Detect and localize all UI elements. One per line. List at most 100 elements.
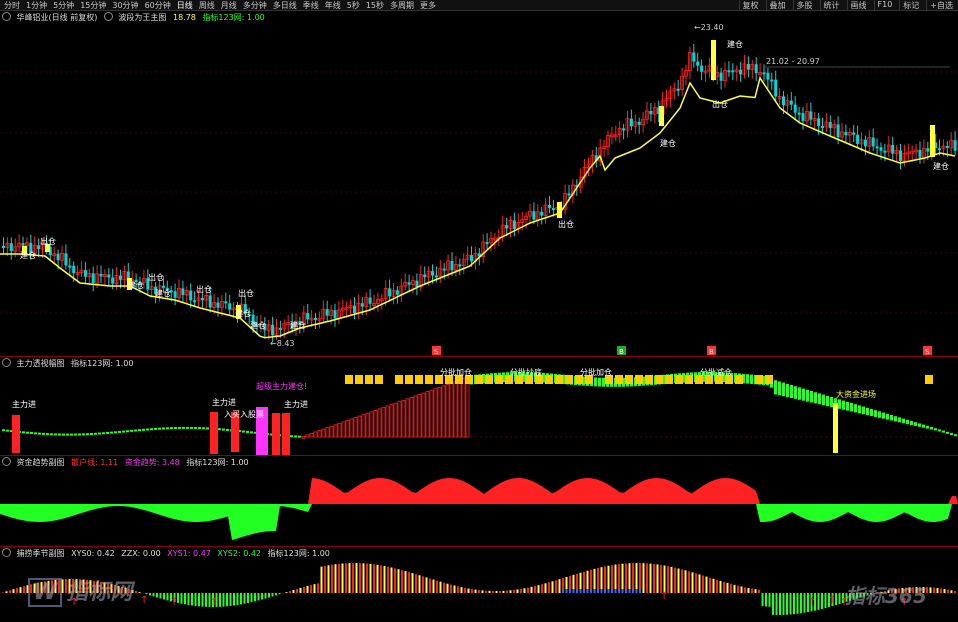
candlestick: [828, 122, 832, 128]
season-bar-up: [306, 585, 309, 593]
season-bar-up: [460, 587, 463, 593]
toolbar-button[interactable]: 画线: [846, 0, 870, 11]
season-bar-up: [373, 564, 375, 593]
season-bar-blue: [639, 589, 641, 593]
period-tab[interactable]: 多周期: [390, 0, 414, 11]
period-tab[interactable]: 15秒: [366, 0, 384, 11]
season-bar-up: [408, 572, 410, 593]
period-tab[interactable]: 多分钟: [243, 0, 267, 11]
season-bar-down: [803, 593, 806, 613]
season-bar-up: [313, 584, 316, 593]
candlestick: [871, 137, 875, 147]
season-bar-down: [257, 593, 260, 601]
candlestick: [388, 288, 392, 297]
force-bar: [453, 381, 458, 438]
season-bar-up: [502, 590, 505, 593]
season-bar-up: [324, 565, 326, 593]
season-bar-blue: [625, 589, 627, 593]
period-tab[interactable]: 多日线: [273, 0, 297, 11]
candlestick: [9, 243, 13, 252]
force-bar: [54, 433, 57, 436]
period-tab[interactable]: 月线: [221, 0, 237, 11]
toolbar-button[interactable]: 多股: [792, 0, 816, 11]
fishing-season-chart[interactable]: ↑ ↑ ↑ ↑↑↑ ↑ ↑ ↑: [0, 557, 958, 622]
toolbar-button[interactable]: F10: [873, 0, 896, 11]
season-bar-up: [635, 563, 638, 593]
period-tab[interactable]: 60分钟: [145, 0, 171, 11]
season-bar-down: [194, 593, 197, 606]
season-bar-up: [478, 590, 480, 593]
force-bar: [914, 422, 917, 426]
period-tab[interactable]: 分时: [4, 0, 20, 11]
force-bar: [154, 427, 157, 430]
period-tab[interactable]: 更多: [420, 0, 436, 11]
force-bar: [142, 428, 145, 431]
candlestick: [360, 303, 364, 307]
force-bar: [449, 382, 454, 438]
force-bar: [98, 432, 101, 435]
season-bar-up: [709, 577, 711, 593]
main-force-chart[interactable]: 主力进 主力进入买入股票 超级主力建仓! 主力进 分批加仓 分批抄底 分批加仓 分批减仓大资金…: [0, 367, 958, 455]
force-bar: [74, 433, 77, 436]
period-tab[interactable]: 年线: [325, 0, 341, 11]
force-bar: [794, 386, 797, 399]
force-bar: [910, 421, 913, 425]
force-bar: [433, 388, 438, 438]
period-tab[interactable]: 5秒: [347, 0, 360, 11]
candlestick: [746, 63, 750, 70]
season-bar-up: [702, 575, 704, 593]
period-tab[interactable]: 周线: [199, 0, 215, 11]
season-bar-blue: [593, 589, 596, 593]
season-bar-blue: [607, 589, 610, 593]
season-bar-up: [418, 575, 421, 593]
candlestick: [532, 211, 536, 220]
season-bar-up: [544, 583, 547, 593]
toolbar-button[interactable]: 复权: [738, 0, 762, 11]
season-bar-blue: [565, 589, 568, 593]
candlestick: [551, 208, 555, 211]
force-bar: [842, 400, 845, 410]
season-bar-up: [397, 569, 400, 593]
arrow-up-icon: ↑: [660, 591, 668, 602]
season-bar-up: [534, 586, 536, 593]
toolbar-button[interactable]: +自选: [926, 0, 956, 11]
gear-icon[interactable]: [2, 358, 11, 367]
capital-trend-chart[interactable]: [0, 466, 958, 546]
season-bar-blue: [604, 589, 606, 593]
season-bar-down: [768, 593, 771, 607]
period-tab[interactable]: 30分钟: [112, 0, 138, 11]
gear-icon[interactable]: [2, 457, 11, 466]
candlestick: [899, 150, 902, 161]
force-bar: [198, 427, 201, 430]
season-bar-up: [555, 580, 557, 593]
period-tab[interactable]: 15分钟: [80, 0, 106, 11]
period-tab[interactable]: 季线: [303, 0, 319, 11]
season-bar-up: [929, 587, 932, 593]
force-bar: [381, 407, 386, 438]
toolbar-button[interactable]: 统计: [819, 0, 843, 11]
force-bar: [405, 398, 410, 438]
main-candlestick-chart[interactable]: 建仓出仓建仓出仓建仓 出仓建仓出仓建仓出仓建仓出仓建仓建仓建仓←23.40←8.4…: [0, 20, 958, 356]
force-bar: [58, 433, 61, 436]
period-tab[interactable]: 1分钟: [26, 0, 47, 11]
candlestick: [314, 318, 317, 321]
candlestick: [68, 265, 72, 268]
period-toolbar: 分时 1分钟 5分钟 15分钟 30分钟 60分钟 日线 周线 月线 多分钟 多日线 季线 年线 5秒 15…: [0, 0, 958, 11]
period-tab[interactable]: 日线: [177, 0, 193, 11]
force-bar: [850, 403, 853, 412]
candlestick: [470, 255, 473, 262]
candlestick: [856, 134, 860, 144]
toolbar-button[interactable]: 叠加: [765, 0, 789, 11]
force-bar: [938, 429, 941, 432]
force-bar: [602, 377, 605, 387]
candlestick: [512, 220, 516, 229]
period-tab[interactable]: 5分钟: [53, 0, 74, 11]
gear-icon[interactable]: [2, 548, 11, 557]
toolbar-button[interactable]: 标记: [899, 0, 922, 11]
add-position-block: [345, 375, 353, 384]
force-bar: [934, 428, 937, 431]
force-bar: [166, 427, 169, 430]
season-bar-up: [9, 590, 11, 593]
force-bar: [309, 433, 314, 438]
season-bar-down: [149, 593, 151, 596]
